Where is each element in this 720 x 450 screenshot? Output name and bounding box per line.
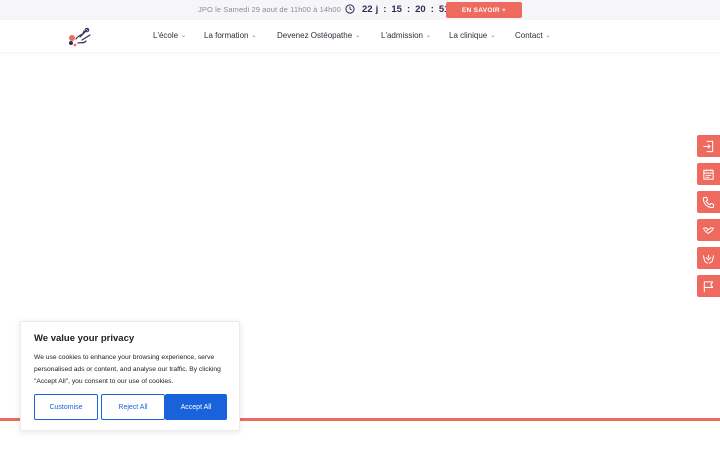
nav-item-label: La clinique xyxy=(449,31,488,40)
countdown-separator: : xyxy=(430,4,434,15)
clock-icon xyxy=(345,4,355,14)
nav-item-label: L'école xyxy=(153,31,179,40)
chevron-down-icon: ⌄ xyxy=(545,33,551,39)
cookie-description: We use cookies to enhance your browsing … xyxy=(34,354,221,385)
flag-icon xyxy=(703,280,714,292)
phone-icon xyxy=(702,196,715,208)
side-button-apply[interactable] xyxy=(697,135,720,157)
announcement-bar: JPO le Samedi 29 aout de 11h00 à 14h00 2… xyxy=(0,0,720,20)
chevron-down-icon: ⌄ xyxy=(490,33,496,39)
nav-item-contact[interactable]: Contact ⌄ xyxy=(515,31,551,40)
chevron-down-icon: ⌄ xyxy=(251,33,257,39)
reject-all-button[interactable]: Reject All xyxy=(101,394,165,420)
cookie-button-group: Customise Reject All Accept All xyxy=(34,394,228,420)
countdown-separator: : xyxy=(383,4,387,15)
hands-icon xyxy=(702,254,715,264)
side-button-phone[interactable] xyxy=(697,191,720,213)
nav-item-clinique[interactable]: La clinique ⌄ xyxy=(449,31,495,40)
open-day-text: JPO le Samedi 29 aout de 11h00 à 14h00 xyxy=(198,5,341,14)
countdown-timer: 22 j : 15 : 20 : 51 xyxy=(362,3,449,16)
main-header: L'école ⌄ La formation ⌄ Devenez Ostéopa… xyxy=(0,20,720,52)
side-button-partnership[interactable] xyxy=(697,219,720,241)
side-button-care[interactable] xyxy=(697,247,720,269)
side-button-calendar[interactable] xyxy=(697,163,720,185)
cookie-title: We value your privacy xyxy=(34,333,135,344)
handshake-icon xyxy=(702,226,715,234)
nav-item-label: La formation xyxy=(204,31,249,40)
nav-item-label: Contact xyxy=(515,31,543,40)
calendar-icon xyxy=(703,168,714,180)
nav-item-label: Devenez Ostéopathe xyxy=(277,31,353,40)
document-login-icon xyxy=(703,140,714,152)
nav-item-formation[interactable]: La formation ⌄ xyxy=(204,31,257,40)
countdown-hours: 15 xyxy=(391,4,402,15)
countdown-days: 22 xyxy=(362,4,373,15)
chevron-down-icon: ⌄ xyxy=(355,33,361,39)
en-savoir-button[interactable]: EN SAVOIR + xyxy=(446,2,522,18)
cookie-consent-banner: We value your privacy We use cookies to … xyxy=(20,321,240,431)
nav-item-admission[interactable]: L'admission ⌄ xyxy=(381,31,431,40)
chevron-down-icon: ⌄ xyxy=(426,33,432,39)
countdown-days-unit: j xyxy=(375,4,379,15)
chevron-down-icon: ⌄ xyxy=(181,33,187,39)
main-nav: L'école ⌄ La formation ⌄ Devenez Ostéopa… xyxy=(0,31,720,43)
nav-item-label: L'admission xyxy=(381,31,423,40)
nav-item-lecole[interactable]: L'école ⌄ xyxy=(153,31,186,40)
side-button-flag[interactable] xyxy=(697,275,720,297)
countdown-separator: : xyxy=(406,4,411,15)
accept-all-button[interactable]: Accept All xyxy=(165,394,227,420)
customise-button[interactable]: Customise xyxy=(34,394,98,420)
nav-item-devenez-osteopathe[interactable]: Devenez Ostéopathe ⌄ xyxy=(277,31,360,40)
countdown-minutes: 20 xyxy=(415,4,426,15)
